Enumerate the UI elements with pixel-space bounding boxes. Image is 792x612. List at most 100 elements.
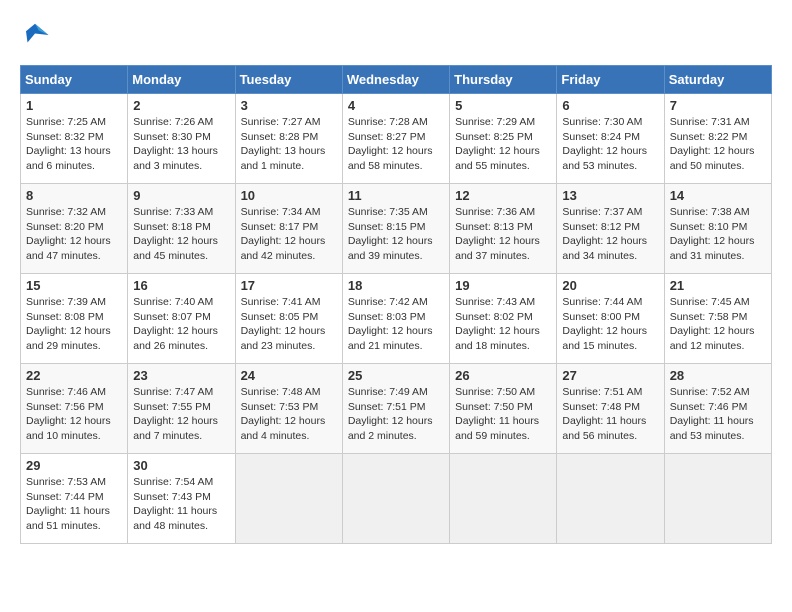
calendar-cell [557,454,664,544]
header-friday: Friday [557,66,664,94]
calendar-cell: 2 Sunrise: 7:26 AMSunset: 8:30 PMDaylight… [128,94,235,184]
header-saturday: Saturday [664,66,771,94]
day-number: 9 [133,188,229,203]
day-details: Sunrise: 7:46 AMSunset: 7:56 PMDaylight:… [26,385,122,444]
day-number: 24 [241,368,337,383]
calendar-cell: 19 Sunrise: 7:43 AMSunset: 8:02 PMDayligh… [450,274,557,364]
day-number: 17 [241,278,337,293]
day-number: 8 [26,188,122,203]
calendar-cell: 1Sunrise: 7:25 AMSunset: 8:32 PMDaylight… [21,94,128,184]
day-number: 21 [670,278,766,293]
week-row-2: 8 Sunrise: 7:32 AMSunset: 8:20 PMDaylight… [21,184,772,274]
day-details: Sunrise: 7:25 AMSunset: 8:32 PMDaylight:… [26,115,122,174]
day-number: 5 [455,98,551,113]
day-details: Sunrise: 7:29 AMSunset: 8:25 PMDaylight:… [455,115,551,174]
logo [20,20,54,50]
calendar-cell: 27 Sunrise: 7:51 AMSunset: 7:48 PMDayligh… [557,364,664,454]
day-number: 7 [670,98,766,113]
day-number: 23 [133,368,229,383]
day-details: Sunrise: 7:30 AMSunset: 8:24 PMDaylight:… [562,115,658,174]
calendar-cell: 12 Sunrise: 7:36 AMSunset: 8:13 PMDayligh… [450,184,557,274]
calendar-cell: 26 Sunrise: 7:50 AMSunset: 7:50 PMDayligh… [450,364,557,454]
day-details: Sunrise: 7:32 AMSunset: 8:20 PMDaylight:… [26,205,122,264]
calendar-cell: 7 Sunrise: 7:31 AMSunset: 8:22 PMDaylight… [664,94,771,184]
week-row-5: 29 Sunrise: 7:53 AMSunset: 7:44 PMDayligh… [21,454,772,544]
calendar-cell: 28 Sunrise: 7:52 AMSunset: 7:46 PMDayligh… [664,364,771,454]
day-number: 16 [133,278,229,293]
calendar-cell: 16 Sunrise: 7:40 AMSunset: 8:07 PMDayligh… [128,274,235,364]
day-number: 6 [562,98,658,113]
day-number: 14 [670,188,766,203]
calendar-cell: 22 Sunrise: 7:46 AMSunset: 7:56 PMDayligh… [21,364,128,454]
calendar-cell [342,454,449,544]
calendar-header-row: SundayMondayTuesdayWednesdayThursdayFrid… [21,66,772,94]
week-row-1: 1Sunrise: 7:25 AMSunset: 8:32 PMDaylight… [21,94,772,184]
day-number: 10 [241,188,337,203]
calendar-cell: 9 Sunrise: 7:33 AMSunset: 8:18 PMDaylight… [128,184,235,274]
day-number: 26 [455,368,551,383]
day-details: Sunrise: 7:45 AMSunset: 7:58 PMDaylight:… [670,295,766,354]
day-number: 22 [26,368,122,383]
day-details: Sunrise: 7:33 AMSunset: 8:18 PMDaylight:… [133,205,229,264]
calendar-cell: 4 Sunrise: 7:28 AMSunset: 8:27 PMDaylight… [342,94,449,184]
calendar-cell: 8 Sunrise: 7:32 AMSunset: 8:20 PMDaylight… [21,184,128,274]
day-details: Sunrise: 7:34 AMSunset: 8:17 PMDaylight:… [241,205,337,264]
day-details: Sunrise: 7:41 AMSunset: 8:05 PMDaylight:… [241,295,337,354]
header-wednesday: Wednesday [342,66,449,94]
calendar-cell: 20 Sunrise: 7:44 AMSunset: 8:00 PMDayligh… [557,274,664,364]
calendar-cell [664,454,771,544]
calendar-cell: 13Sunrise: 7:37 AMSunset: 8:12 PMDayligh… [557,184,664,274]
day-details: Sunrise: 7:49 AMSunset: 7:51 PMDaylight:… [348,385,444,444]
day-details: Sunrise: 7:27 AMSunset: 8:28 PMDaylight:… [241,115,337,174]
day-number: 20 [562,278,658,293]
day-details: Sunrise: 7:40 AMSunset: 8:07 PMDaylight:… [133,295,229,354]
day-details: Sunrise: 7:31 AMSunset: 8:22 PMDaylight:… [670,115,766,174]
day-details: Sunrise: 7:48 AMSunset: 7:53 PMDaylight:… [241,385,337,444]
calendar-table: SundayMondayTuesdayWednesdayThursdayFrid… [20,65,772,544]
logo-bird-icon [20,20,50,50]
day-number: 29 [26,458,122,473]
calendar-cell: 11Sunrise: 7:35 AMSunset: 8:15 PMDayligh… [342,184,449,274]
day-details: Sunrise: 7:38 AMSunset: 8:10 PMDaylight:… [670,205,766,264]
calendar-cell: 10 Sunrise: 7:34 AMSunset: 8:17 PMDayligh… [235,184,342,274]
header-tuesday: Tuesday [235,66,342,94]
day-number: 18 [348,278,444,293]
calendar-cell: 17 Sunrise: 7:41 AMSunset: 8:05 PMDayligh… [235,274,342,364]
calendar-cell: 24 Sunrise: 7:48 AMSunset: 7:53 PMDayligh… [235,364,342,454]
day-number: 2 [133,98,229,113]
calendar-cell: 3 Sunrise: 7:27 AMSunset: 8:28 PMDaylight… [235,94,342,184]
day-number: 12 [455,188,551,203]
week-row-4: 22 Sunrise: 7:46 AMSunset: 7:56 PMDayligh… [21,364,772,454]
day-number: 25 [348,368,444,383]
day-number: 11 [348,188,444,203]
day-details: Sunrise: 7:26 AMSunset: 8:30 PMDaylight:… [133,115,229,174]
header-monday: Monday [128,66,235,94]
day-details: Sunrise: 7:37 AMSunset: 8:12 PMDaylight:… [562,205,658,264]
day-details: Sunrise: 7:52 AMSunset: 7:46 PMDaylight:… [670,385,766,444]
page-header [20,20,772,50]
calendar-cell: 30Sunrise: 7:54 AMSunset: 7:43 PMDayligh… [128,454,235,544]
day-number: 30 [133,458,229,473]
day-details: Sunrise: 7:53 AMSunset: 7:44 PMDaylight:… [26,475,122,534]
day-details: Sunrise: 7:36 AMSunset: 8:13 PMDaylight:… [455,205,551,264]
day-details: Sunrise: 7:42 AMSunset: 8:03 PMDaylight:… [348,295,444,354]
calendar-cell: 15Sunrise: 7:39 AMSunset: 8:08 PMDayligh… [21,274,128,364]
day-details: Sunrise: 7:44 AMSunset: 8:00 PMDaylight:… [562,295,658,354]
calendar-cell: 25 Sunrise: 7:49 AMSunset: 7:51 PMDayligh… [342,364,449,454]
day-number: 28 [670,368,766,383]
calendar-cell: 29 Sunrise: 7:53 AMSunset: 7:44 PMDayligh… [21,454,128,544]
calendar-cell: 6 Sunrise: 7:30 AMSunset: 8:24 PMDaylight… [557,94,664,184]
day-number: 27 [562,368,658,383]
day-number: 4 [348,98,444,113]
calendar-cell: 18 Sunrise: 7:42 AMSunset: 8:03 PMDayligh… [342,274,449,364]
day-details: Sunrise: 7:43 AMSunset: 8:02 PMDaylight:… [455,295,551,354]
day-number: 19 [455,278,551,293]
calendar-cell: 23Sunrise: 7:47 AMSunset: 7:55 PMDayligh… [128,364,235,454]
day-number: 15 [26,278,122,293]
day-number: 3 [241,98,337,113]
day-details: Sunrise: 7:50 AMSunset: 7:50 PMDaylight:… [455,385,551,444]
header-sunday: Sunday [21,66,128,94]
calendar-cell [235,454,342,544]
day-details: Sunrise: 7:28 AMSunset: 8:27 PMDaylight:… [348,115,444,174]
day-details: Sunrise: 7:51 AMSunset: 7:48 PMDaylight:… [562,385,658,444]
